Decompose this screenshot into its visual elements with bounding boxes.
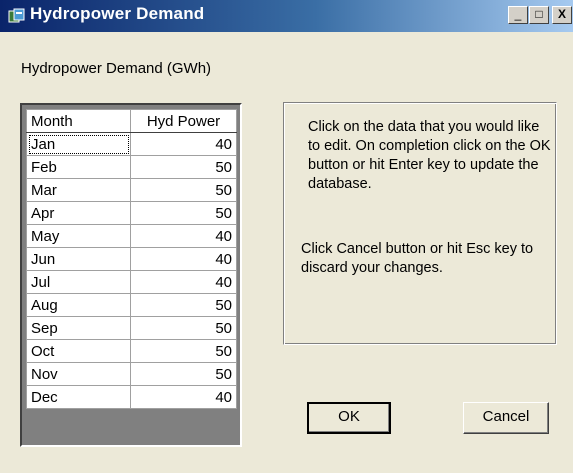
hyd-power-cell[interactable]: 50: [130, 293, 237, 317]
ok-button-label: OK: [338, 408, 360, 425]
table-row[interactable]: Jun 40: [26, 247, 237, 271]
table-row[interactable]: Jan 40: [26, 132, 237, 156]
minimize-button[interactable]: _: [508, 6, 528, 24]
table-header-row: Month Hyd Power: [26, 109, 237, 133]
month-cell[interactable]: Nov: [26, 362, 131, 386]
hyd-power-cell[interactable]: 40: [130, 385, 237, 409]
table-row[interactable]: Dec 40: [26, 385, 237, 409]
hydropower-demand-window: Hydropower Demand _ □ X Hydropower Deman…: [0, 0, 573, 473]
table-row[interactable]: Sep 50: [26, 316, 237, 340]
month-cell[interactable]: Jan: [26, 132, 131, 156]
table-row[interactable]: Nov 50: [26, 362, 237, 386]
month-cell[interactable]: Aug: [26, 293, 131, 317]
month-cell[interactable]: Jul: [26, 270, 131, 294]
hyd-power-cell[interactable]: 50: [130, 362, 237, 386]
month-cell[interactable]: Oct: [26, 339, 131, 363]
month-cell[interactable]: May: [26, 224, 131, 248]
table-row[interactable]: Apr 50: [26, 201, 237, 225]
table-row[interactable]: Oct 50: [26, 339, 237, 363]
edit-instructions-text: Click on the data that you would like to…: [308, 119, 551, 192]
hyd-power-cell[interactable]: 40: [130, 270, 237, 294]
cancel-button-label: Cancel: [482, 408, 530, 425]
hyd-power-cell[interactable]: 50: [130, 339, 237, 363]
title-bar[interactable]: Hydropower Demand _ □ X: [0, 0, 573, 32]
table-row[interactable]: Mar 50: [26, 178, 237, 202]
table-row[interactable]: Jul 40: [26, 270, 237, 294]
month-cell[interactable]: Jun: [26, 247, 131, 271]
hyd-power-cell[interactable]: 40: [130, 132, 237, 156]
hyd-power-cell[interactable]: 50: [130, 201, 237, 225]
hyd-power-cell[interactable]: 40: [130, 224, 237, 248]
grid-caption: Hydropower Demand (GWh): [21, 60, 212, 77]
cancel-button[interactable]: Cancel: [463, 402, 549, 434]
hyd-power-cell[interactable]: 50: [130, 316, 237, 340]
cancel-instructions-text: Click Cancel button or hit Esc key to di…: [301, 241, 534, 276]
demand-grid[interactable]: Month Hyd Power Jan 40 Feb 50 Mar 50 Apr 50 May 4…: [20, 103, 242, 447]
maximize-button[interactable]: □: [529, 6, 549, 24]
hyd-power-cell[interactable]: 50: [130, 155, 237, 179]
table-row[interactable]: Feb 50: [26, 155, 237, 179]
month-cell[interactable]: Mar: [26, 178, 131, 202]
window-title: Hydropower Demand: [30, 4, 205, 23]
month-cell[interactable]: Feb: [26, 155, 131, 179]
hyd-power-cell[interactable]: 40: [130, 247, 237, 271]
ok-button[interactable]: OK: [307, 402, 391, 434]
month-cell[interactable]: Dec: [26, 385, 131, 409]
table-row[interactable]: Aug 50: [26, 293, 237, 317]
close-button[interactable]: X: [552, 6, 572, 24]
month-cell[interactable]: Sep: [26, 316, 131, 340]
column-header-month[interactable]: Month: [26, 109, 131, 133]
app-icon: [8, 8, 25, 23]
hyd-power-cell[interactable]: 50: [130, 178, 237, 202]
demand-table: Month Hyd Power Jan 40 Feb 50 Mar 50 Apr 50 May 4…: [26, 109, 237, 409]
table-row[interactable]: May 40: [26, 224, 237, 248]
month-cell[interactable]: Apr: [26, 201, 131, 225]
column-header-hyd-power[interactable]: Hyd Power: [130, 109, 237, 133]
